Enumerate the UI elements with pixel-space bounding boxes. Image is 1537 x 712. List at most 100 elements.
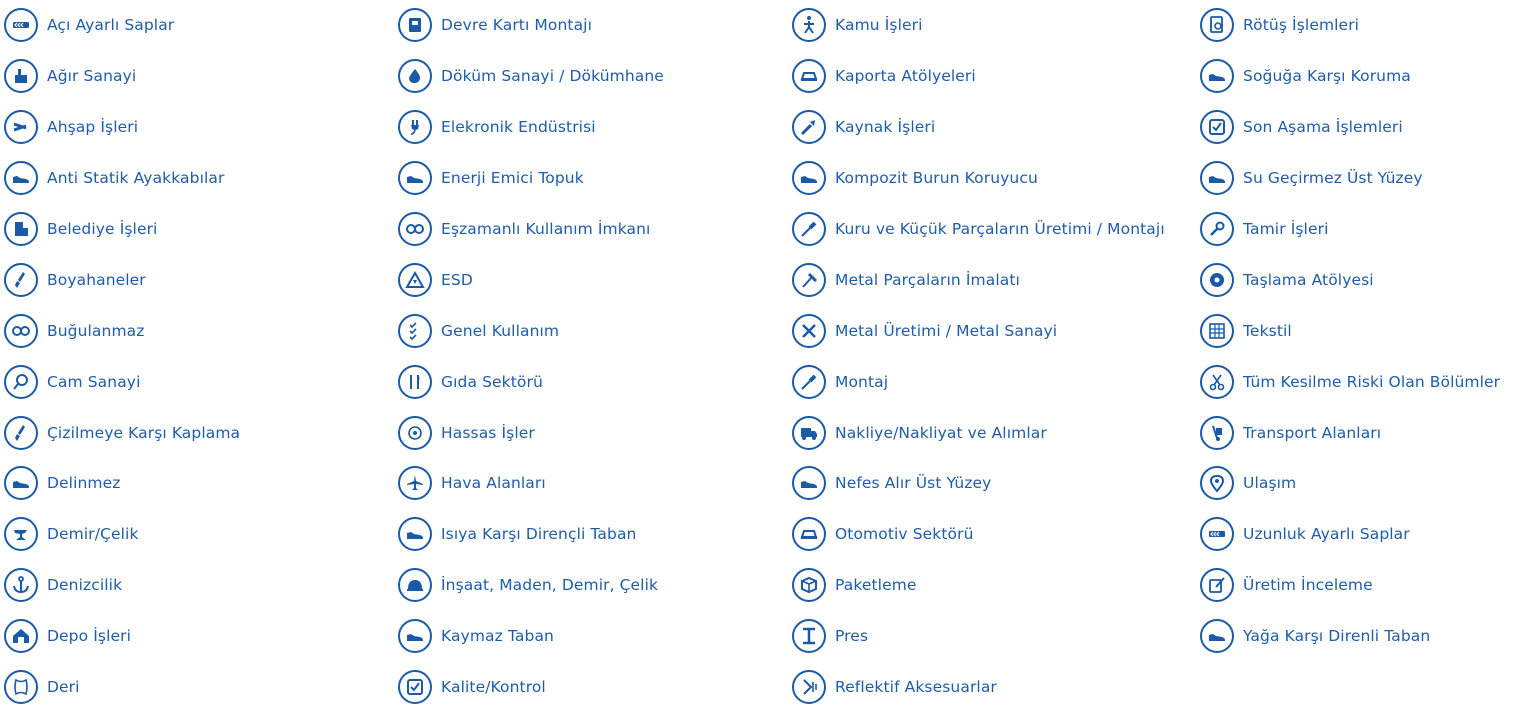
item-label: Otomotiv Sektörü (835, 525, 974, 544)
list-item: Soğuğa Karşı Koruma (1200, 51, 1500, 102)
list-item: Devre Kartı Montajı (398, 0, 664, 51)
car-body-icon (792, 59, 826, 94)
heat-resistant-sole-icon (398, 517, 432, 552)
list-item: Tekstil (1200, 305, 1500, 356)
item-label: Açı Ayarlı Saplar (47, 16, 175, 35)
fork-knife-icon (398, 364, 432, 399)
edit-icon (1200, 568, 1234, 603)
item-label: Üretim İnceleme (1243, 576, 1373, 595)
item-label: Soğuğa Karşı Koruma (1243, 67, 1411, 86)
plug-icon (398, 110, 432, 145)
item-label: Enerji Emici Topuk (441, 169, 584, 188)
list-item: Su Geçirmez Üst Yüzey (1200, 153, 1500, 204)
column-1: Açı Ayarlı Saplar Ağır Sanayi Ahşap İşleri… (4, 0, 240, 712)
item-label: Ulaşım (1243, 474, 1297, 493)
warehouse-icon (4, 619, 38, 654)
screwdriver-thin-icon (792, 364, 826, 399)
item-label: ESD (441, 270, 473, 289)
item-label: Cam Sanayi (47, 372, 141, 391)
column-4: Rötüş İşlemleri Soğuğa Karşı Koruma Son Aş… (1200, 0, 1500, 662)
list-item: Enerji Emici Topuk (398, 153, 664, 204)
item-label: Boyahaneler (47, 270, 146, 289)
list-item: Elekronik Endüstrisi (398, 102, 664, 153)
list-item: Buğulanmaz (4, 305, 240, 356)
list-item: Denizcilik (4, 560, 240, 611)
list-item: ESD (398, 254, 664, 305)
item-label: Kaymaz Taban (441, 627, 554, 646)
heavy-industry-icon (4, 59, 38, 94)
list-item: Belediye İşleri (4, 204, 240, 255)
list-item: Uzunluk Ayarlı Saplar (1200, 509, 1500, 560)
list-item: Kamu İşleri (792, 0, 1165, 51)
item-label: Genel Kullanım (441, 321, 560, 340)
item-label: Kamu İşleri (835, 16, 923, 35)
item-label: Uzunluk Ayarlı Saplar (1243, 525, 1410, 544)
list-item: Gıda Sektörü (398, 356, 664, 407)
list-item: Demir/Çelik (4, 509, 240, 560)
airplane-icon (398, 466, 432, 501)
item-label: İnşaat, Maden, Demir, Çelik (441, 576, 659, 595)
item-label: Nakliye/Nakliyat ve Alımlar (835, 423, 1047, 442)
composite-toe-icon (792, 161, 826, 196)
scissors-icon (1200, 364, 1234, 399)
retouch-icon (1200, 8, 1234, 43)
truck-icon (792, 415, 826, 450)
item-label: Buğulanmaz (47, 321, 145, 340)
list-item: Montaj (792, 356, 1165, 407)
list-item: Deri (4, 662, 240, 712)
industry-icon-grid: Açı Ayarlı Saplar Ağır Sanayi Ahşap İşleri… (0, 0, 1537, 705)
list-item: İnşaat, Maden, Demir, Çelik (398, 560, 664, 611)
list-item: Kaymaz Taban (398, 611, 664, 662)
item-label: Elekronik Endüstrisi (441, 118, 596, 137)
item-label: Reflektif Aksesuarlar (835, 678, 997, 697)
item-label: Su Geçirmez Üst Yüzey (1243, 169, 1423, 188)
item-label: Delinmez (47, 474, 121, 493)
item-label: Isıya Karşı Dirençli Taban (441, 525, 637, 544)
list-item: Hassas İşler (398, 407, 664, 458)
item-label: Transport Alanları (1243, 423, 1382, 442)
precision-icon (398, 415, 432, 450)
breathable-shoe-icon (792, 466, 826, 501)
list-item: Kompozit Burun Koruyucu (792, 153, 1165, 204)
item-label: Belediye İşleri (47, 220, 158, 238)
item-label: Kompozit Burun Koruyucu (835, 169, 1038, 188)
waterproof-shoe-icon (1200, 161, 1234, 196)
anchor-icon (4, 568, 38, 603)
item-label: Kuru ve Küçük Parçaların Üretimi / Monta… (835, 220, 1165, 238)
welding-icon (792, 110, 826, 145)
item-label: Yağa Karşı Direnli Taban (1243, 627, 1431, 646)
list-item: Anti Statik Ayakkabılar (4, 153, 240, 204)
list-item: Depo İşleri (4, 611, 240, 662)
item-label: Kalite/Kontrol (441, 678, 546, 697)
list-item: Reflektif Aksesuarlar (792, 662, 1165, 712)
list-item: Kalite/Kontrol (398, 662, 664, 712)
list-item: Cam Sanayi (4, 356, 240, 407)
list-item: Delinmez (4, 458, 240, 509)
non-slip-sole-icon (398, 619, 432, 654)
list-item: Otomotiv Sektörü (792, 509, 1165, 560)
hammer-icon (792, 262, 826, 297)
grinding-disc-icon (1200, 262, 1234, 297)
item-label: Tamir İşleri (1243, 220, 1329, 238)
antistatic-shoe-icon (4, 161, 38, 196)
list-item: Son Aşama İşlemleri (1200, 102, 1500, 153)
item-label: Döküm Sanayi / Dökümhane (441, 67, 664, 86)
item-label: Tüm Kesilme Riski Olan Bölümler (1243, 372, 1501, 391)
cold-protection-shoe-icon (1200, 59, 1234, 94)
list-item: Rötüş İşlemleri (1200, 0, 1500, 51)
list-item: Taşlama Atölyesi (1200, 254, 1500, 305)
list-item: Çizilmeye Karşı Kaplama (4, 407, 240, 458)
municipal-building-icon (4, 212, 38, 246)
list-item: Metal Üretimi / Metal Sanayi (792, 305, 1165, 356)
list-item: Paketleme (792, 560, 1165, 611)
list-item: Boyahaneler (4, 254, 240, 305)
list-item: Yağa Karşı Direnli Taban (1200, 611, 1500, 662)
item-label: Taşlama Atölyesi (1243, 270, 1374, 289)
list-item: Üretim İnceleme (1200, 560, 1500, 611)
esd-warning-icon (398, 262, 432, 297)
list-item: Ulaşım (1200, 458, 1500, 509)
hard-hat-icon (398, 568, 432, 603)
list-item: Kuru ve Küçük Parçaların Üretimi / Monta… (792, 204, 1165, 255)
item-label: Hassas İşler (441, 423, 535, 442)
item-label: Montaj (835, 372, 889, 391)
